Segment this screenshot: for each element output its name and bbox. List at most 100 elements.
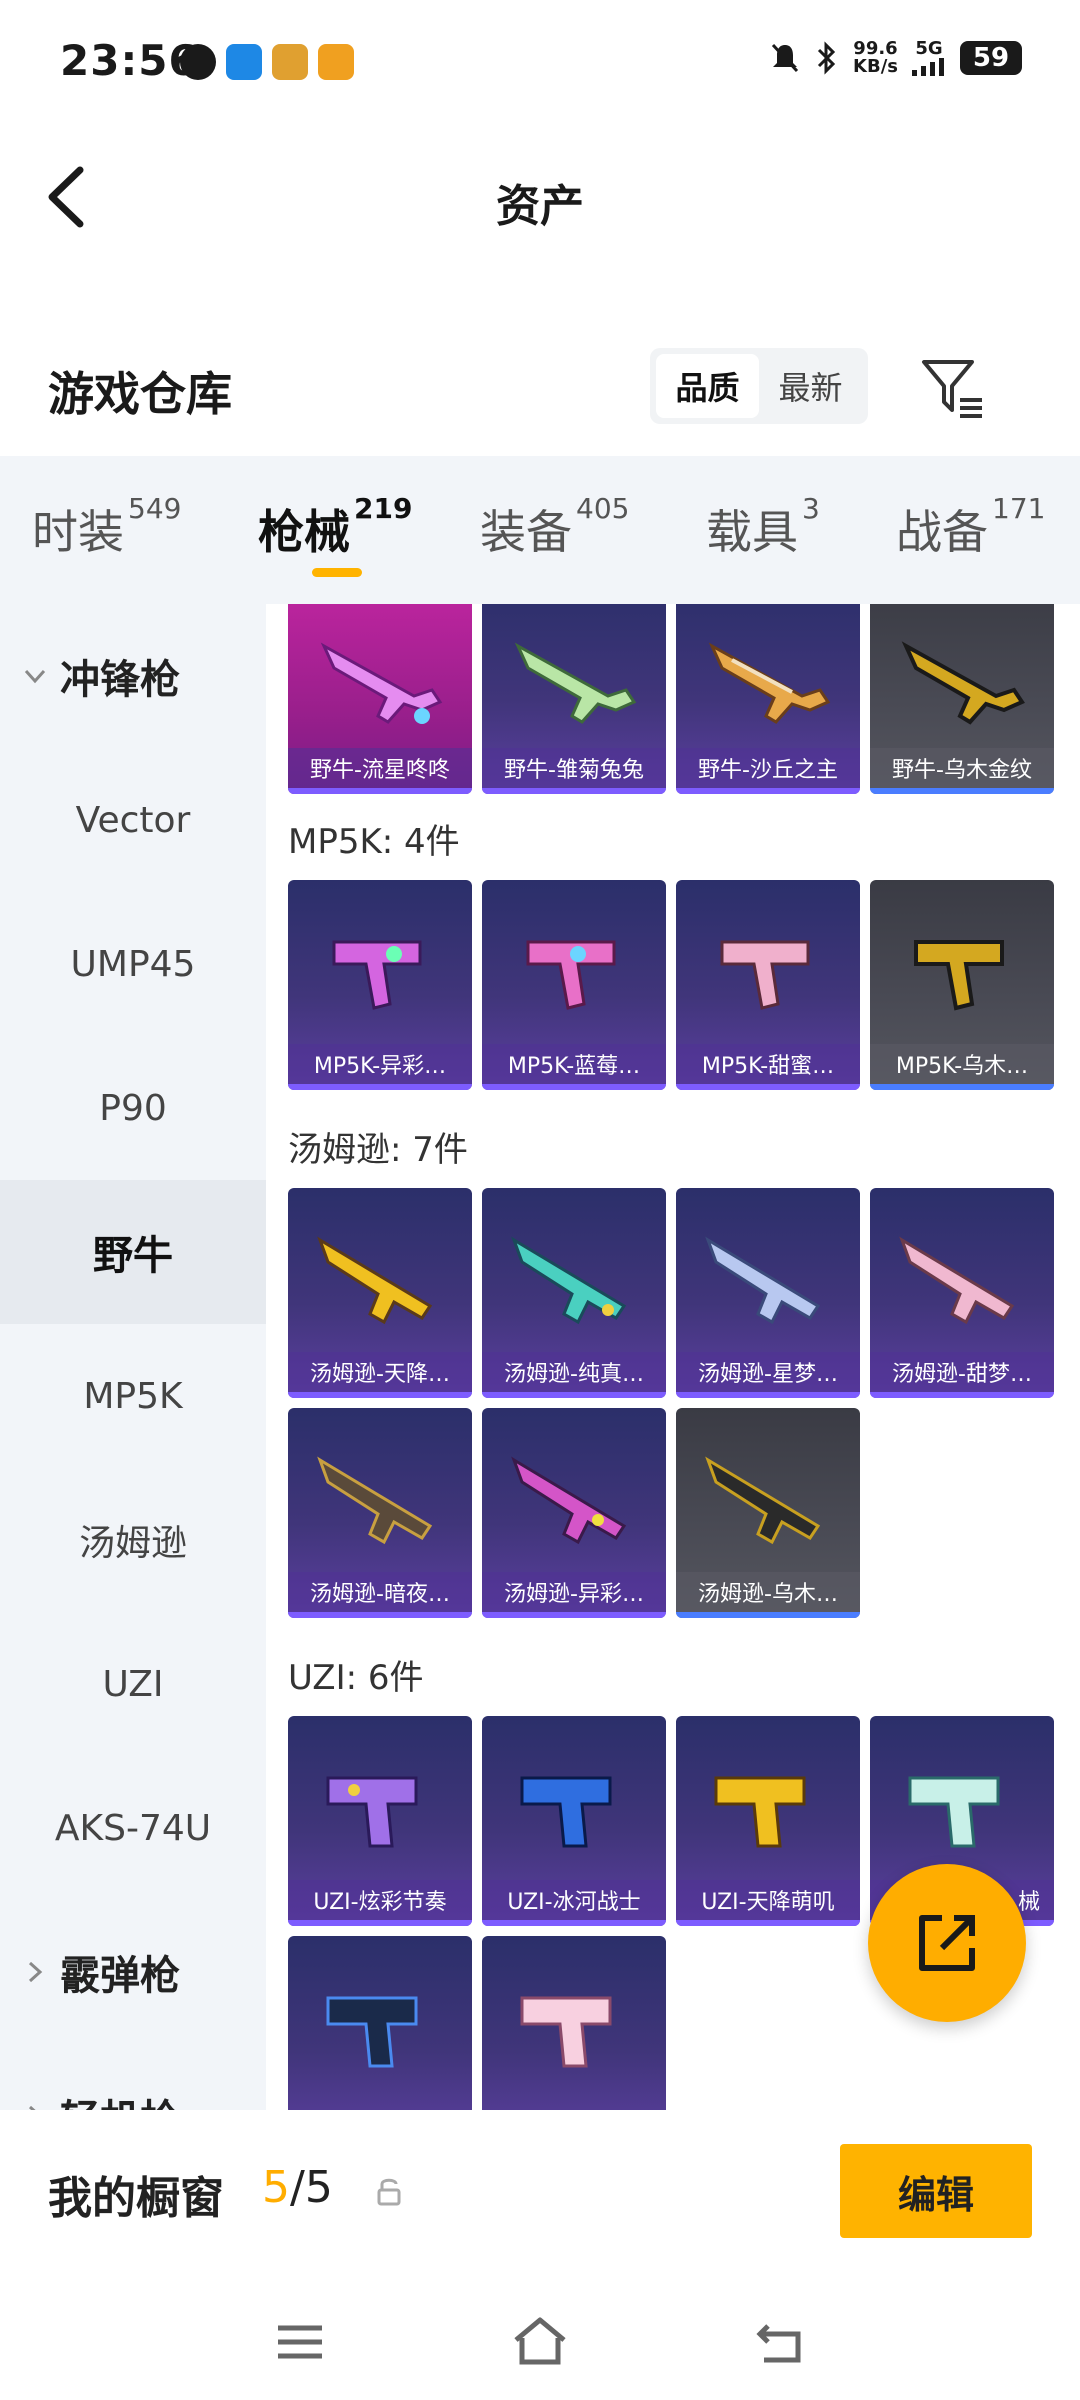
sidebar-item-ump45[interactable]: UMP45 (0, 892, 266, 1036)
weapon-skin-image (326, 1776, 418, 1848)
tab-label: 载具 (706, 505, 798, 559)
sort-quality-option[interactable]: 品质 (656, 354, 759, 418)
skin-card[interactable]: MP5K-异彩… (288, 880, 472, 1090)
skin-card[interactable]: 汤姆逊-甜梦… (870, 1188, 1054, 1398)
tab-equipment[interactable]: 装备 405 (480, 492, 629, 562)
showcase-count: 5/5 (262, 2162, 333, 2213)
skin-card[interactable]: MP5K-乌木… (870, 880, 1054, 1090)
showcase-total: /5 (290, 2162, 333, 2213)
group-title-uzi: UZI: 6件 (288, 1658, 424, 1698)
rarity-bar (676, 1084, 860, 1090)
status-app-icons (180, 44, 354, 80)
rarity-bar (482, 1612, 666, 1618)
weapon-skin-image (914, 940, 1004, 1011)
weapon-skin-image (317, 1456, 433, 1545)
sidebar-item-thompson[interactable]: 汤姆逊 (0, 1468, 266, 1612)
tab-count: 549 (128, 492, 182, 525)
network-type: 5G (912, 40, 946, 76)
system-nav-bar (0, 2280, 1080, 2400)
skin-card[interactable]: 汤姆逊-纯真… (482, 1188, 666, 1398)
skin-card[interactable]: 汤姆逊-异彩… (482, 1408, 666, 1618)
skin-card[interactable]: 野牛-流星咚咚 (288, 604, 472, 794)
battery-indicator: 59 (960, 41, 1022, 75)
skin-card[interactable]: 汤姆逊-天降… (288, 1188, 472, 1398)
filter-icon[interactable] (918, 352, 988, 422)
edit-button[interactable]: 编辑 (840, 2144, 1032, 2238)
skin-name: MP5K-蓝莓… (482, 1044, 666, 1084)
skin-card[interactable]: 野牛-雏菊兔兔 (482, 604, 666, 794)
showcase-label: 我的橱窗 (48, 2173, 224, 2224)
skin-name: 汤姆逊-纯真… (482, 1352, 666, 1392)
weapon-skin-image (714, 1776, 806, 1848)
skin-name: 野牛-乌木金纹 (870, 748, 1054, 788)
tab-count: 171 (992, 492, 1046, 525)
tab-firearms[interactable]: 枪械 219 (258, 492, 412, 562)
sidebar-category-label: 霰弹枪 (60, 1953, 180, 1999)
skin-card[interactable]: 汤姆逊-星梦… (676, 1188, 860, 1398)
network-speed: 99.6 KB/s (853, 40, 898, 76)
rarity-bar (676, 1920, 860, 1926)
skin-card[interactable]: MP5K-蓝莓… (482, 880, 666, 1090)
rarity-bar (676, 1612, 860, 1618)
tab-label: 时装 (32, 505, 124, 559)
sidebar-category-shotgun[interactable]: 霰弹枪 (0, 1900, 266, 2044)
page-header: 资产 (0, 130, 1080, 270)
sidebar-item-vector[interactable]: Vector (0, 748, 266, 892)
weapon-skin-image (511, 1236, 627, 1325)
skin-name: MP5K-异彩… (288, 1044, 472, 1084)
skin-card[interactable] (482, 1936, 666, 2110)
sidebar-item-mp5k[interactable]: MP5K (0, 1324, 266, 1468)
tab-vehicles[interactable]: 载具 3 (706, 492, 820, 562)
tab-label: 枪械 (258, 505, 350, 559)
category-tabs: 时装 549 枪械 219 装备 405 载具 3 战备 171 (0, 456, 1080, 604)
unlock-icon (377, 2178, 401, 2206)
weapon-skin-image (332, 940, 422, 1010)
sidebar-item-bison[interactable]: 野牛 (0, 1180, 266, 1324)
skin-name: UZI-炫彩节奏 (288, 1880, 472, 1920)
tab-combat-gear[interactable]: 战备 171 (896, 492, 1045, 562)
skin-card[interactable]: UZI-炫彩节奏 (288, 1716, 472, 1926)
chevron-down-icon (24, 669, 46, 684)
page-title: 资产 (496, 181, 584, 232)
network-speed-unit: KB/s (853, 56, 898, 77)
skin-card[interactable]: 野牛-沙丘之主 (676, 604, 860, 794)
sidebar-category-smg[interactable]: 冲锋枪 (0, 604, 266, 748)
menu-icon[interactable] (270, 2312, 330, 2372)
sort-newest-option[interactable]: 最新 (759, 354, 862, 418)
tab-count: 219 (354, 492, 413, 525)
back-nav-icon[interactable] (750, 2312, 810, 2372)
skin-name: 汤姆逊-暗夜… (288, 1572, 472, 1612)
tab-label: 战备 (896, 505, 988, 559)
skin-card[interactable]: UZI-天降萌叽 (676, 1716, 860, 1926)
group-title-thompson: 汤姆逊: 7件 (288, 1130, 468, 1170)
game-app-icon (272, 44, 308, 80)
skin-name: 野牛-雏菊兔兔 (482, 748, 666, 788)
skin-card[interactable] (288, 1936, 472, 2110)
weapon-skin-image (899, 1236, 1015, 1325)
skin-card[interactable]: 汤姆逊-乌木… (676, 1408, 860, 1618)
status-bar: 23:56 99.6 KB/s 5G 59 (0, 0, 1080, 130)
weapon-skin-image (511, 1456, 627, 1545)
weapon-skin-image (705, 1236, 821, 1325)
skin-card[interactable]: MP5K-甜蜜… (676, 880, 860, 1090)
weapon-skin-image (526, 940, 616, 1010)
sidebar-item-uzi[interactable]: UZI (0, 1612, 266, 1756)
skin-card[interactable]: UZI-冰河战士 (482, 1716, 666, 1926)
skin-card[interactable]: 野牛-乌木金纹 (870, 604, 1054, 794)
weapon-skin-image (520, 1996, 612, 2068)
rarity-bar (288, 1612, 472, 1618)
sidebar-item-aks74u[interactable]: AKS-74U (0, 1756, 266, 1900)
sidebar-category-lmg[interactable]: 轻机枪 (0, 2044, 266, 2110)
weapon-skin-image (908, 1776, 1000, 1848)
sidebar-item-p90[interactable]: P90 (0, 1036, 266, 1180)
mute-icon (771, 43, 799, 73)
skin-name: UZI-天降萌叽 (676, 1880, 860, 1920)
share-fab[interactable] (868, 1864, 1026, 2022)
tab-fashion[interactable]: 时装 549 (32, 492, 181, 562)
rarity-bar (870, 1084, 1054, 1090)
network-type-label: 5G (915, 38, 943, 59)
rarity-bar (482, 1392, 666, 1398)
home-icon[interactable] (510, 2312, 570, 2372)
skin-card[interactable]: 汤姆逊-暗夜… (288, 1408, 472, 1618)
rarity-bar (676, 788, 860, 794)
